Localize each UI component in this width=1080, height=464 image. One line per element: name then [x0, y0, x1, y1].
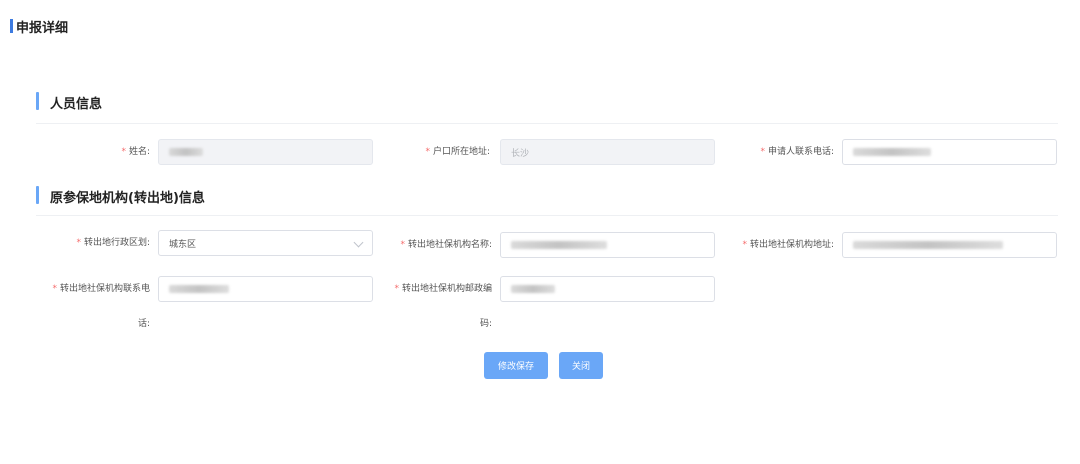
org-phone-input[interactable] — [158, 276, 373, 302]
org-zip-label-cont: 码: — [479, 319, 492, 329]
section-title-origin: 原参保地机构(转出地)信息 — [36, 186, 205, 206]
org-zip-input[interactable] — [500, 276, 715, 302]
section-divider — [36, 215, 1058, 216]
section-divider — [36, 123, 1058, 124]
name-field — [158, 139, 373, 165]
org-name-label: * 转出地社保机构名称: — [400, 240, 492, 250]
chevron-down-icon — [353, 237, 364, 248]
region-select[interactable]: 城东区 — [158, 230, 373, 256]
org-address-input[interactable] — [842, 232, 1057, 258]
org-phone-label-cont: 话: — [137, 319, 150, 329]
close-button[interactable]: 关闭 — [559, 352, 603, 379]
phone-input[interactable] — [842, 139, 1057, 165]
address-label: * 户口所在地址: — [425, 147, 490, 157]
name-label: * 姓名: — [121, 147, 150, 157]
section-title-personal: 人员信息 — [36, 92, 102, 112]
region-label: * 转出地行政区划: — [76, 238, 150, 248]
org-name-input[interactable] — [500, 232, 715, 258]
org-zip-label: * 转出地社保机构邮政编 — [394, 284, 492, 294]
address-field: 长沙 — [500, 139, 715, 165]
org-phone-label: * 转出地社保机构联系电 — [52, 284, 150, 294]
phone-label: * 申请人联系电话: — [760, 147, 834, 157]
page-title: 申报详细 — [10, 17, 68, 36]
save-button[interactable]: 修改保存 — [484, 352, 548, 379]
org-address-label: * 转出地社保机构地址: — [742, 240, 834, 250]
